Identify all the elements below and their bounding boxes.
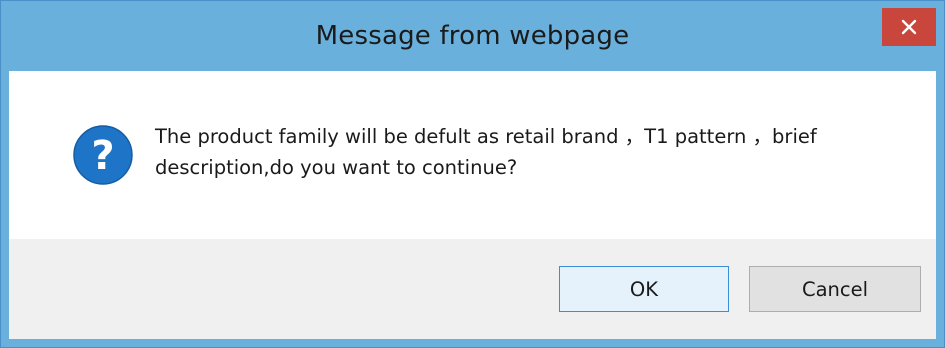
question-icon: ? <box>73 125 133 185</box>
dialog-client-area: ? The product family will be defult as r… <box>9 71 936 339</box>
dialog-message: The product family will be defult as ret… <box>155 125 817 179</box>
title-bar[interactable]: Message from webpage <box>1 1 944 71</box>
cancel-button[interactable]: Cancel <box>749 266 921 312</box>
window-title: Message from webpage <box>315 21 630 51</box>
message-dialog-window: Message from webpage ? The product famil… <box>0 0 945 348</box>
svg-text:?: ? <box>91 133 114 179</box>
close-icon <box>901 19 917 35</box>
dialog-content: ? The product family will be defult as r… <box>9 71 936 239</box>
dialog-button-bar: OK Cancel <box>9 239 936 339</box>
close-button[interactable] <box>882 8 936 46</box>
ok-button[interactable]: OK <box>559 266 729 312</box>
